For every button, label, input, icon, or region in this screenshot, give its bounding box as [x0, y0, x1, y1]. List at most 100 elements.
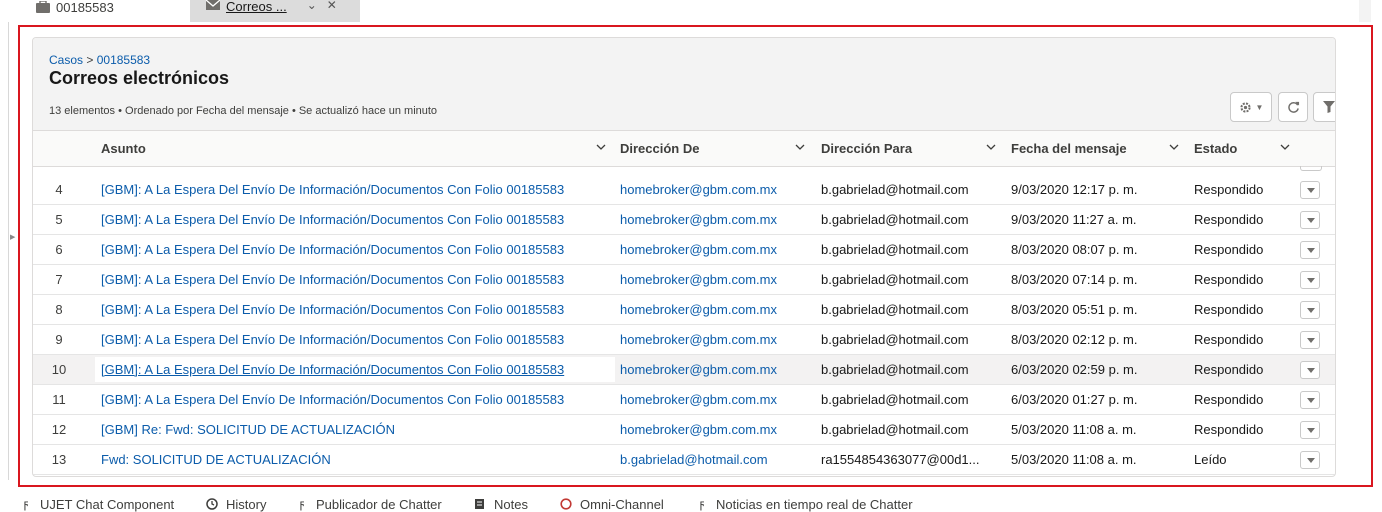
table-row[interactable]: 4 [GBM]: A La Espera Del Envío De Inform…: [33, 175, 1335, 205]
row-action-button[interactable]: [1300, 421, 1320, 439]
row-action-button[interactable]: [1300, 451, 1320, 469]
row-action-button[interactable]: [1300, 361, 1320, 379]
message-date: 8/03/2020 08:07 p. m.: [1011, 242, 1138, 257]
table-row[interactable]: 13 Fwd: SOLICITUD DE ACTUALIZACIÓN b.gab…: [33, 445, 1335, 475]
expand-panel-icon[interactable]: ▶: [10, 233, 15, 241]
row-action-button[interactable]: [1300, 271, 1320, 289]
refresh-button[interactable]: [1278, 92, 1308, 122]
status-text: Respondido: [1194, 332, 1264, 347]
utility-history[interactable]: History: [206, 496, 266, 512]
lightning-icon: ϝ: [23, 497, 29, 511]
subject-link[interactable]: [GBM]: A La Espera Del Envío De Informac…: [101, 235, 601, 264]
chevron-down-icon[interactable]: [1169, 142, 1179, 152]
row-number: 6: [55, 242, 63, 257]
to-address: b.gabrielad@hotmail.com: [821, 362, 969, 377]
subject-link[interactable]: [GBM]: A La Espera Del Envío De Informac…: [101, 295, 601, 324]
to-address: ra1554854363077@00d1...: [821, 452, 980, 467]
subject-link[interactable]: [GBM]: A La Espera Del Envío De Informac…: [101, 265, 601, 294]
from-link[interactable]: homebroker@gbm.com.mx: [620, 235, 810, 264]
column-header-to[interactable]: Dirección Para: [821, 131, 996, 166]
from-link[interactable]: homebroker@gbm.com.mx: [620, 325, 810, 354]
utility-ujet-chat[interactable]: ϝ UJET Chat Component: [20, 496, 175, 512]
status-text: Leído: [1194, 452, 1227, 467]
subject-link[interactable]: [GBM] Re: Fwd: SOLICITUD DE ACTUALIZACIÓ…: [101, 415, 601, 444]
row-number: 12: [51, 422, 67, 437]
to-address: b.gabrielad@hotmail.com: [821, 302, 969, 317]
row-action-button[interactable]: [1300, 241, 1320, 259]
utility-chatter-publisher[interactable]: ϝ Publicador de Chatter: [296, 496, 442, 512]
column-header-from[interactable]: Dirección De: [620, 131, 805, 166]
table-row-selected[interactable]: 10 [GBM]: A La Espera Del Envío De Infor…: [33, 355, 1335, 385]
utility-omni-channel[interactable]: Omni-Channel: [560, 496, 664, 512]
breadcrumb-parent-link[interactable]: Casos: [49, 53, 83, 67]
table-header: Asunto Dirección De Dirección Para Fecha…: [33, 131, 1335, 167]
list-settings-button[interactable]: ▼: [1230, 92, 1272, 122]
column-header-status[interactable]: Estado: [1194, 131, 1290, 166]
status-text: Respondido: [1194, 212, 1264, 227]
row-action-button[interactable]: [1300, 391, 1320, 409]
message-date: 8/03/2020 05:51 p. m.: [1011, 302, 1138, 317]
utility-chatter-news[interactable]: ϝ Noticias en tiempo real de Chatter: [696, 496, 913, 512]
filter-icon: [1323, 101, 1335, 113]
status-text: Respondido: [1194, 362, 1264, 377]
row-number: 9: [55, 332, 63, 347]
table-row[interactable]: 5 [GBM]: A La Espera Del Envío De Inform…: [33, 205, 1335, 235]
status-text: Respondido: [1194, 242, 1264, 257]
from-link[interactable]: homebroker@gbm.com.mx: [620, 175, 810, 204]
subject-link[interactable]: [GBM]: A La Espera Del Envío De Informac…: [101, 355, 601, 384]
chevron-down-icon: ▼: [1255, 102, 1264, 112]
table-row[interactable]: 7 [GBM]: A La Espera Del Envío De Inform…: [33, 265, 1335, 295]
subject-link[interactable]: [GBM]: A La Espera Del Envío De Informac…: [101, 175, 601, 204]
breadcrumb-current-link[interactable]: 00185583: [97, 53, 150, 67]
table-row[interactable]: 9 [GBM]: A La Espera Del Envío De Inform…: [33, 325, 1335, 355]
subject-link[interactable]: [GBM]: A La Espera Del Envío De Informac…: [101, 385, 601, 414]
chevron-down-icon[interactable]: [1280, 142, 1290, 152]
row-action-button[interactable]: [1300, 181, 1320, 199]
table-row[interactable]: 11 [GBM]: A La Espera Del Envío De Infor…: [33, 385, 1335, 415]
chevron-down-icon[interactable]: [986, 142, 996, 152]
to-address: b.gabrielad@hotmail.com: [821, 272, 969, 287]
to-address: b.gabrielad@hotmail.com: [821, 422, 969, 437]
column-header-date[interactable]: Fecha del mensaje: [1011, 131, 1179, 166]
utility-notes[interactable]: Notes: [474, 496, 528, 512]
tab-case[interactable]: 00185583: [36, 0, 114, 15]
from-link[interactable]: homebroker@gbm.com.mx: [620, 265, 810, 294]
chevron-down-icon[interactable]: [795, 142, 805, 152]
case-icon: [36, 1, 50, 13]
column-status-label: Estado: [1194, 141, 1238, 156]
table-body: 4 [GBM]: A La Espera Del Envío De Inform…: [33, 167, 1335, 475]
row-action-button[interactable]: [1300, 301, 1320, 319]
from-link[interactable]: homebroker@gbm.com.mx: [620, 205, 810, 234]
to-address: b.gabrielad@hotmail.com: [821, 332, 969, 347]
to-address: b.gabrielad@hotmail.com: [821, 242, 969, 257]
status-text: Respondido: [1194, 392, 1264, 407]
subject-link[interactable]: Fwd: SOLICITUD DE ACTUALIZACIÓN: [101, 445, 601, 474]
table-row[interactable]: 6 [GBM]: A La Espera Del Envío De Inform…: [33, 235, 1335, 265]
subject-link[interactable]: [GBM]: A La Espera Del Envío De Informac…: [101, 325, 601, 354]
from-link[interactable]: homebroker@gbm.com.mx: [620, 295, 810, 324]
gear-icon: [1239, 101, 1251, 113]
column-header-subject[interactable]: Asunto: [101, 131, 606, 166]
left-panel-divider: [8, 22, 9, 480]
tab-emails[interactable]: Correos ... ⌄ ✕: [190, 0, 360, 22]
table-row[interactable]: 12 [GBM] Re: Fwd: SOLICITUD DE ACTUALIZA…: [33, 415, 1335, 445]
message-date: 8/03/2020 07:14 p. m.: [1011, 272, 1138, 287]
table-row[interactable]: 8 [GBM]: A La Espera Del Envío De Inform…: [33, 295, 1335, 325]
chevron-down-icon[interactable]: ⌄: [307, 0, 317, 11]
column-from-label: Dirección De: [620, 141, 700, 156]
row-action-button[interactable]: [1300, 331, 1320, 349]
chevron-down-icon[interactable]: [596, 142, 606, 152]
column-subject-label: Asunto: [101, 141, 146, 156]
row-number: 4: [55, 182, 63, 197]
from-link[interactable]: homebroker@gbm.com.mx: [620, 385, 810, 414]
utility-label: UJET Chat Component: [40, 496, 175, 512]
to-address: b.gabrielad@hotmail.com: [821, 212, 969, 227]
close-icon[interactable]: ✕: [327, 0, 337, 11]
filter-button[interactable]: [1313, 92, 1335, 122]
from-link[interactable]: homebroker@gbm.com.mx: [620, 415, 810, 444]
row-action-button[interactable]: [1300, 211, 1320, 229]
from-link[interactable]: homebroker@gbm.com.mx: [620, 355, 810, 384]
subject-link[interactable]: [GBM]: A La Espera Del Envío De Informac…: [101, 205, 601, 234]
refresh-icon: [1287, 101, 1299, 113]
from-link[interactable]: b.gabrielad@hotmail.com: [620, 445, 810, 474]
